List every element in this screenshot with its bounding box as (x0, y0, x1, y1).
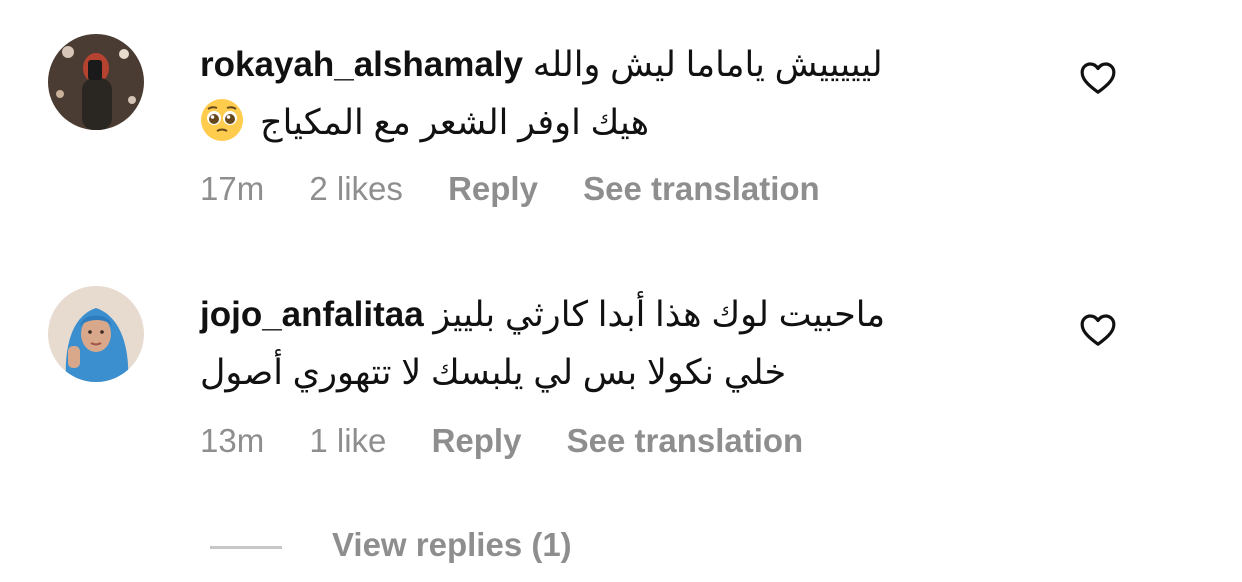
comment-text-continued: خلي نكولا بس لي يلبسك لا تتهوري أصول (200, 353, 787, 392)
heart-icon[interactable] (1078, 310, 1118, 350)
comment-text: ماحبيت لوك هذا أبدا كارثي بلييز (433, 295, 886, 334)
comment-timestamp: 17m (200, 170, 265, 207)
view-replies-label[interactable]: View replies (1) (332, 526, 572, 563)
see-translation-button[interactable]: See translation (567, 422, 804, 459)
comment-timestamp: 13m (200, 422, 265, 459)
see-translation-button[interactable]: See translation (583, 170, 820, 207)
avatar-image (48, 34, 144, 130)
comment-username[interactable]: jojo_anfalitaa (200, 295, 424, 334)
likes-count[interactable]: 1 like (309, 422, 386, 459)
comment-body: jojo_anfalitaa ماحبيت لوك هذا أبدا كارثي… (200, 286, 1020, 402)
avatar-image (48, 286, 144, 382)
comment-meta: 17m 2 likes Reply See translation (200, 170, 856, 208)
likes-count[interactable]: 2 likes (309, 170, 403, 207)
comment-body: rokayah_alshamaly ليييييش ياماما ليش وال… (200, 36, 1020, 160)
comment-item: rokayah_alshamaly ليييييش ياماما ليش وال… (0, 0, 1242, 250)
comment-username[interactable]: rokayah_alshamaly (200, 45, 523, 84)
heart-icon[interactable] (1078, 58, 1118, 98)
comment-text: ليييييش ياماما ليش والله (532, 45, 883, 84)
reply-button[interactable]: Reply (432, 422, 522, 459)
comment-line-1: jojo_anfalitaa ماحبيت لوك هذا أبدا كارثي… (200, 286, 1020, 344)
reply-button[interactable]: Reply (448, 170, 538, 207)
comment-text-continued: هيك اوفر الشعر مع المكياج (260, 103, 650, 142)
avatar[interactable] (48, 286, 144, 382)
view-replies-button[interactable]: View replies (1) (210, 526, 572, 564)
comment-line-1: rokayah_alshamaly ليييييش ياماما ليش وال… (200, 36, 1020, 94)
comment-line-2: هيك اوفر الشعر مع المكياج (200, 94, 1020, 160)
comment-meta: 13m 1 like Reply See translation (200, 422, 839, 460)
pleading-face-emoji (200, 98, 244, 160)
comment-item: jojo_anfalitaa ماحبيت لوك هذا أبدا كارثي… (0, 258, 1242, 488)
replies-divider (210, 545, 282, 549)
avatar[interactable] (48, 34, 144, 130)
